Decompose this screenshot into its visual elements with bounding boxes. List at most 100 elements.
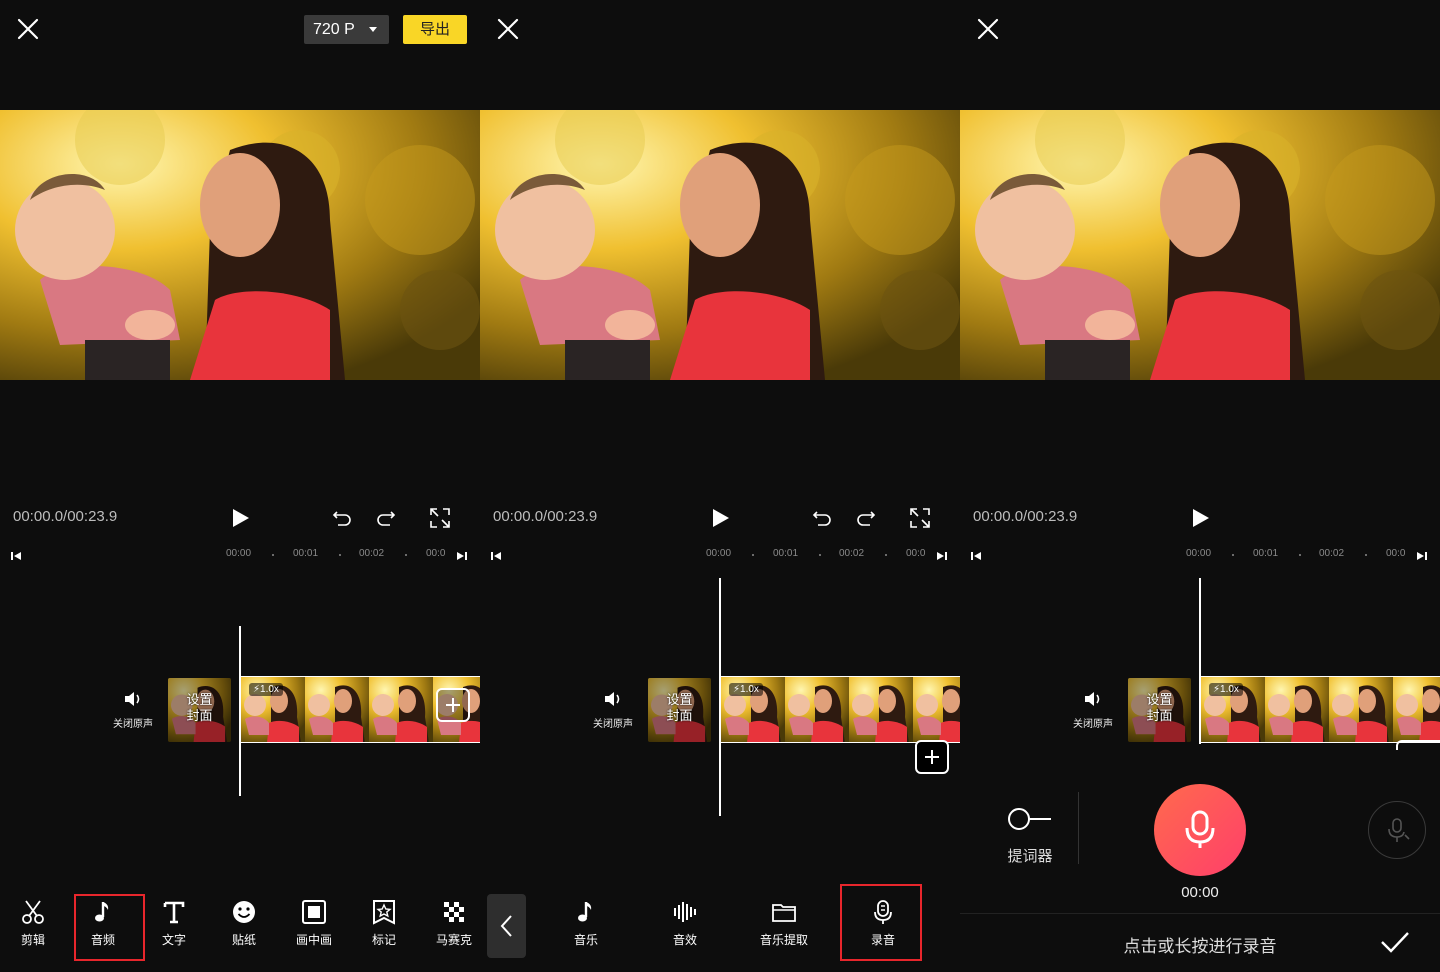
redo-icon xyxy=(857,511,876,526)
ruler-tick: 00:02 xyxy=(1319,548,1345,559)
undo-icon xyxy=(812,511,831,526)
redo-icon xyxy=(377,511,396,526)
music-note-icon xyxy=(578,902,592,922)
toolbar-item-mark[interactable]: 标记 xyxy=(354,898,414,948)
set-cover-button[interactable]: 设置 封面 xyxy=(1128,678,1191,742)
toolbar-item-text[interactable]: 文字 xyxy=(144,898,204,948)
skip-to-start-icon[interactable] xyxy=(970,549,982,561)
video-preview[interactable] xyxy=(480,110,960,380)
skip-to-end-icon[interactable] xyxy=(936,549,948,561)
playhead[interactable] xyxy=(1199,578,1201,744)
resolution-select[interactable]: 720 P xyxy=(304,15,389,44)
editor-panel-main: 720 P 导出 00:00.0/00:23.9 00:00 00:01 00:… xyxy=(0,0,480,972)
playhead[interactable] xyxy=(239,626,241,796)
smiley-icon xyxy=(233,901,255,923)
clip-thumbnail xyxy=(1393,677,1440,743)
undo-button[interactable] xyxy=(810,506,834,530)
microphone-icon xyxy=(1185,810,1215,848)
video-track[interactable]: ⚡1.0x xyxy=(721,676,960,743)
mosaic-icon xyxy=(444,902,464,922)
ruler-tick: 00:0 xyxy=(906,548,926,559)
teleprompter-toggle[interactable]: 提词器 xyxy=(1000,806,1060,866)
undo-button[interactable] xyxy=(330,506,354,530)
toolbar-item-pip[interactable]: 画中画 xyxy=(284,898,344,948)
add-clip-button[interactable] xyxy=(436,688,470,722)
close-icon[interactable] xyxy=(495,16,521,42)
ruler-tick: 00:0 xyxy=(426,548,446,559)
recording-time: 00:00 xyxy=(1181,884,1219,901)
skip-to-start-icon[interactable] xyxy=(490,549,502,561)
set-cover-button[interactable]: 设置 封面 xyxy=(648,678,711,742)
fullscreen-button[interactable] xyxy=(428,506,452,530)
mute-label: 关闭原声 xyxy=(113,719,153,730)
play-button[interactable] xyxy=(1188,506,1212,530)
skip-to-start-icon[interactable] xyxy=(10,549,22,561)
skip-to-end-icon[interactable] xyxy=(1416,549,1428,561)
time-ruler: 00:00 00:01 00:02 00:0 xyxy=(706,548,931,562)
divider xyxy=(1078,792,1079,864)
speaker-icon xyxy=(1085,692,1100,706)
divider xyxy=(960,913,1440,914)
speed-badge: ⚡1.0x xyxy=(729,683,763,696)
ruler-tick: 00:00 xyxy=(226,548,252,559)
ruler-tick: 00:01 xyxy=(773,548,799,559)
record-button[interactable] xyxy=(1154,784,1246,876)
toolbar-item-edit[interactable]: 剪辑 xyxy=(3,898,63,948)
play-button[interactable] xyxy=(228,506,252,530)
cover-label-line2: 封面 xyxy=(186,708,213,723)
clip-thumbnail xyxy=(913,677,960,743)
close-icon[interactable] xyxy=(15,16,41,42)
speaker-icon xyxy=(605,692,620,706)
video-preview[interactable] xyxy=(0,110,480,380)
ruler-tick: 00:01 xyxy=(1253,548,1279,559)
recording-hint: 点击或长按进行录音 xyxy=(1123,937,1277,956)
mute-original-button[interactable]: 关闭原声 xyxy=(584,688,642,730)
ruler-tick: 00:01 xyxy=(293,548,319,559)
highlight-record xyxy=(840,884,922,961)
check-icon xyxy=(1381,932,1409,953)
voice-change-button[interactable] xyxy=(1368,801,1426,859)
play-button[interactable] xyxy=(708,506,732,530)
toolbar-label: 画中画 xyxy=(295,933,332,947)
add-clip-button-partial[interactable] xyxy=(1396,740,1440,750)
toolbar-item-sound-effects[interactable]: 音效 xyxy=(655,898,715,948)
toolbar-label: 剪辑 xyxy=(20,933,45,947)
timecode: 00:00.0/00:23.9 xyxy=(493,508,598,525)
toolbar-item-extract-music[interactable]: 音乐提取 xyxy=(754,898,814,948)
ruler-tick: 00:02 xyxy=(359,548,385,559)
fullscreen-button[interactable] xyxy=(908,506,932,530)
text-icon xyxy=(163,901,185,924)
collapse-toolbar-button[interactable] xyxy=(487,894,526,958)
playhead[interactable] xyxy=(719,578,721,816)
play-icon xyxy=(713,509,729,527)
timecode: 00:00.0/00:23.9 xyxy=(13,508,118,525)
voice-change-icon xyxy=(1388,818,1410,842)
mute-label: 关闭原声 xyxy=(593,719,633,730)
export-button[interactable]: 导出 xyxy=(403,15,467,44)
highlight-audio xyxy=(74,894,145,961)
speed-value: 1.0x xyxy=(740,684,759,695)
play-icon xyxy=(1193,509,1209,527)
chevron-left-icon xyxy=(500,915,512,937)
add-clip-button[interactable] xyxy=(915,740,949,774)
ruler-tick: 00:00 xyxy=(706,548,732,559)
clip-thumbnail xyxy=(849,677,913,743)
video-preview[interactable] xyxy=(960,110,1440,380)
redo-button[interactable] xyxy=(854,506,878,530)
toolbar-label: 音乐提取 xyxy=(759,933,808,947)
undo-icon xyxy=(332,511,351,526)
skip-to-end-icon[interactable] xyxy=(456,549,468,561)
set-cover-button[interactable]: 设置 封面 xyxy=(168,678,231,742)
toolbar-item-music[interactable]: 音乐 xyxy=(556,898,616,948)
resolution-value: 720 P xyxy=(313,21,355,38)
mute-original-button[interactable]: 关闭原声 xyxy=(1064,688,1122,730)
toolbar-item-mosaic[interactable]: 马赛克 xyxy=(424,898,480,948)
redo-button[interactable] xyxy=(374,506,398,530)
close-icon[interactable] xyxy=(975,16,1001,42)
video-track[interactable]: ⚡1.0x xyxy=(1201,676,1440,743)
speed-value: 1.0x xyxy=(260,684,279,695)
sound-wave-icon xyxy=(674,902,696,922)
confirm-button[interactable] xyxy=(1380,928,1410,956)
toolbar-item-sticker[interactable]: 贴纸 xyxy=(214,898,274,948)
mute-original-button[interactable]: 关闭原声 xyxy=(104,688,162,730)
